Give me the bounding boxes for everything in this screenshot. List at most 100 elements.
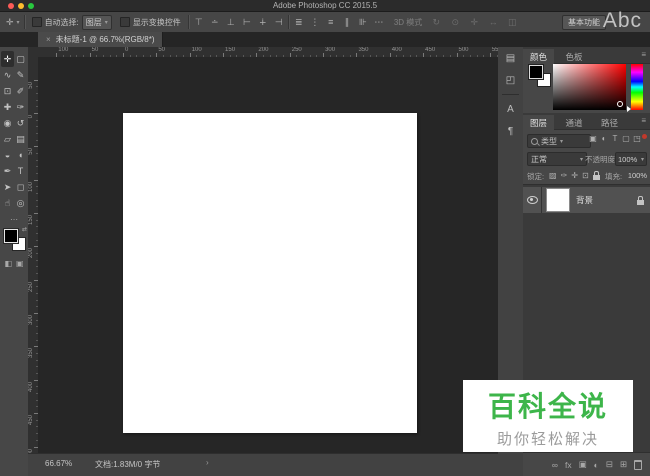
eye-icon[interactable] [527, 196, 538, 204]
distribute-top-edges-icon[interactable]: ≣ [294, 17, 304, 28]
tab-layers[interactable]: 图层 [523, 115, 554, 131]
filter-type-layers-icon[interactable]: T [611, 134, 619, 143]
history-brush-tool[interactable]: ↺ [14, 115, 27, 131]
zoom-level-field[interactable]: 66.67% [45, 459, 72, 468]
lock-all-icon[interactable] [593, 175, 600, 180]
status-options-arrow-icon[interactable]: › [206, 458, 209, 467]
filter-adjustment-layers-icon[interactable]: ◐ [600, 134, 608, 143]
spot-healing-brush-tool[interactable]: ✚ [1, 99, 14, 115]
filter-pixel-layers-icon[interactable]: ▣ [589, 134, 597, 143]
paragraph-panel-icon[interactable]: ¶ [498, 120, 523, 142]
lock-transparent-pixels-icon[interactable]: ▨ [549, 171, 557, 180]
brush-tool[interactable]: ✑ [14, 99, 27, 115]
3d-drag-icon[interactable]: ✛ [469, 17, 479, 28]
color-picker-marker[interactable] [617, 101, 623, 107]
layer-row-background[interactable]: 背景 [523, 187, 650, 213]
hue-slider-marker[interactable] [627, 106, 631, 112]
filter-shape-layers-icon[interactable]: ▢ [622, 134, 630, 143]
delete-layer-icon[interactable] [634, 460, 642, 470]
add-layer-mask-icon[interactable]: ▣ [579, 459, 587, 470]
distribute-bottom-edges-icon[interactable]: ≡ [326, 17, 336, 27]
workspace-switcher-button[interactable]: 基本功能 [562, 15, 606, 30]
new-group-icon[interactable]: ⊟ [606, 459, 613, 470]
blur-tool[interactable]: ◒ [1, 147, 14, 163]
3d-roll-icon[interactable]: ⊙ [450, 17, 460, 28]
3d-slide-icon[interactable]: ↔ [488, 17, 498, 27]
document-canvas[interactable] [123, 113, 417, 433]
rectangular-marquee-tool[interactable]: ▢ [14, 51, 27, 67]
new-adjustment-layer-icon[interactable]: ◐ [594, 460, 599, 470]
hue-slider[interactable] [631, 64, 643, 110]
document-tab[interactable]: × 未标题-1 @ 66.7%(RGB/8*) [38, 32, 163, 47]
auto-select-checkbox[interactable] [32, 17, 42, 27]
lasso-tool[interactable]: ∿ [1, 67, 14, 83]
move-tool[interactable]: ✛ [1, 51, 14, 67]
visibility-cell[interactable] [523, 187, 542, 213]
foreground-color-swatch[interactable] [529, 65, 543, 79]
opacity-field[interactable]: 100% ▾ [615, 152, 647, 166]
fill-value[interactable]: 100% [628, 171, 647, 180]
new-layer-icon[interactable]: ⊞ [620, 459, 627, 470]
divider [288, 15, 290, 29]
move-tool-icon[interactable]: ✛ [6, 17, 14, 27]
zoom-tool[interactable]: ◎ [14, 195, 27, 211]
filter-smart-objects-icon[interactable]: ◳ [633, 134, 641, 143]
eyedropper-tool[interactable]: ✐ [14, 83, 27, 99]
align-vertical-centers-icon[interactable]: ∸ [210, 17, 220, 28]
blend-mode-dropdown[interactable]: 正常 ▾ [527, 152, 587, 166]
quick-selection-tool[interactable]: ✎ [14, 67, 27, 83]
gradient-tool[interactable]: ▤ [14, 131, 27, 147]
panel-menu-icon[interactable]: ≡ [641, 116, 646, 125]
lock-row: 锁定: ▨✑✛⊡ 填充: 100% [523, 167, 650, 183]
show-transform-checkbox[interactable] [120, 17, 130, 27]
lock-image-pixels-icon[interactable]: ✑ [561, 171, 568, 180]
distribute-left-edges-icon[interactable]: ∥ [342, 17, 352, 28]
libraries-panel-icon[interactable]: ◰ [498, 69, 523, 91]
show-transform-label: 显示变换控件 [133, 17, 181, 28]
align-horizontal-centers-icon[interactable]: ∔ [258, 17, 268, 28]
path-selection-tool[interactable]: ➤ [1, 179, 14, 195]
tab-channels[interactable]: 通道 [558, 115, 589, 131]
saturation-brightness-field[interactable] [553, 64, 626, 110]
tool-preset-caret-icon[interactable]: ▾ [17, 19, 20, 26]
distribute-horizontal-centers-icon[interactable]: ⊪ [358, 17, 368, 28]
adjustments-panel-icon[interactable]: ▤ [498, 47, 523, 69]
align-top-edges-icon[interactable]: ⊤ [194, 17, 204, 28]
watermark-subtitle: 助你轻松解决 [463, 428, 633, 449]
chevron-down-icon: ▾ [560, 138, 563, 145]
edit-toolbar-icon[interactable]: ⋯ [0, 215, 28, 224]
swap-colors-icon[interactable]: ⇄ [22, 226, 27, 233]
quick-mask-icon[interactable]: ◧ [4, 259, 12, 268]
layer-effects-icon[interactable]: fx [565, 460, 572, 470]
type-tool[interactable]: T [14, 163, 27, 179]
layer-thumbnail[interactable] [546, 188, 570, 212]
clone-stamp-tool[interactable]: ◉ [1, 115, 14, 131]
hand-tool[interactable]: ☝ [1, 195, 14, 211]
pen-tool[interactable]: ✒ [1, 163, 14, 179]
3d-rotate-icon[interactable]: ↻ [431, 17, 441, 28]
panel-menu-icon[interactable]: ≡ [641, 50, 646, 59]
tab-paths[interactable]: 路径 [594, 115, 625, 131]
lock-artboard-icon[interactable]: ⊡ [582, 171, 589, 180]
crop-tool[interactable]: ⊡ [1, 83, 14, 99]
dodge-tool[interactable]: ◖ [14, 147, 27, 163]
close-tab-icon[interactable]: × [46, 35, 51, 44]
lock-position-icon[interactable]: ✛ [571, 171, 578, 180]
align-right-edges-icon[interactable]: ⊣ [274, 17, 284, 28]
foreground-color-swatch[interactable] [4, 229, 18, 243]
link-layers-icon[interactable]: ∞ [552, 460, 558, 470]
layer-filter-dropdown[interactable]: 类型 ▾ [527, 134, 591, 148]
photoshop-window: Adobe Photoshop CC 2015.5 ✛ ▾ 自动选择: 图层 ▾… [0, 0, 650, 476]
align-bottom-edges-icon[interactable]: ⊥ [226, 17, 236, 28]
align-left-edges-icon[interactable]: ⊢ [242, 17, 252, 28]
distribute-vertical-centers-icon[interactable]: ⋮ [310, 17, 320, 28]
auto-select-dropdown[interactable]: 图层 ▾ [82, 15, 112, 30]
shape-tool[interactable]: ◻ [14, 179, 27, 195]
filter-toggle-icon[interactable] [642, 134, 647, 139]
screen-mode-icon[interactable]: ▣ [16, 259, 24, 268]
layer-name: 背景 [576, 194, 637, 206]
eraser-tool[interactable]: ▱ [1, 131, 14, 147]
distribute-right-edges-icon[interactable]: ⋯ [374, 17, 384, 28]
character-panel-icon[interactable]: A [498, 98, 523, 120]
3d-scale-icon[interactable]: ◫ [507, 17, 517, 28]
